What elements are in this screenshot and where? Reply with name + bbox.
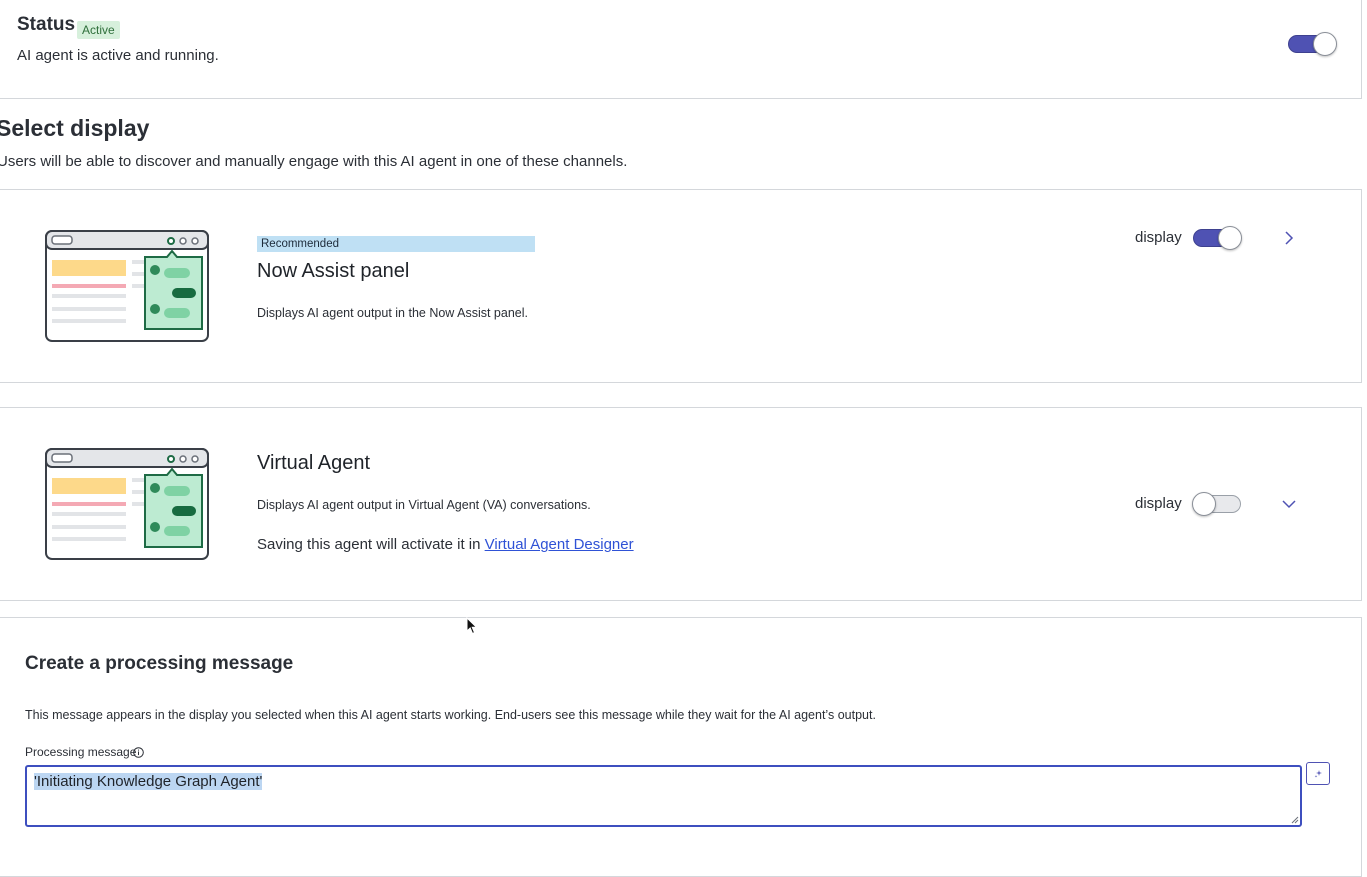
now-assist-description: Displays AI agent output in the Now Assi… [257, 306, 528, 320]
virtual-agent-title: Virtual Agent [257, 452, 371, 474]
info-icon[interactable] [133, 747, 144, 758]
status-description: AI agent is active and running. [17, 47, 219, 64]
status-badge: Active [77, 21, 120, 39]
resize-grip-icon[interactable] [1291, 816, 1299, 824]
virtual-agent-description: Displays AI agent output in Virtual Agen… [257, 498, 591, 512]
processing-message-input[interactable]: 'Initiating Knowledge Graph Agent' [25, 765, 1302, 827]
status-toggle[interactable] [1288, 32, 1337, 56]
chevron-right-icon[interactable] [1281, 230, 1297, 246]
processing-message-description: This message appears in the display you … [25, 708, 876, 722]
status-title: Status [17, 14, 76, 35]
select-display-subtitle: Users will be able to discover and manua… [0, 153, 628, 170]
now-assist-illustration-icon [45, 230, 209, 342]
toggle-knob [1313, 32, 1337, 56]
virtual-agent-display-label: display [1135, 495, 1182, 512]
toggle-knob [1218, 226, 1242, 250]
select-display-title: Select display [0, 115, 150, 141]
virtual-agent-save-note: Saving this agent will activate it in Vi… [257, 536, 634, 553]
now-assist-title: Now Assist panel [257, 260, 410, 282]
toggle-knob [1192, 492, 1216, 516]
ai-generate-button[interactable] [1306, 762, 1330, 785]
now-assist-display-toggle[interactable] [1193, 226, 1242, 250]
save-note-text: Saving this agent will activate it in [257, 536, 485, 553]
virtual-agent-display-toggle[interactable] [1192, 492, 1241, 516]
sparkle-icon [1314, 770, 1322, 778]
processing-message-value: 'Initiating Knowledge Graph Agent' [34, 773, 263, 790]
processing-message-label: Processing message [25, 745, 137, 759]
virtual-agent-designer-link[interactable]: Virtual Agent Designer [485, 536, 634, 553]
processing-message-title: Create a processing message [25, 653, 294, 674]
mouse-cursor-icon [466, 617, 478, 635]
now-assist-display-label: display [1135, 229, 1182, 246]
chevron-down-icon[interactable] [1281, 496, 1297, 512]
virtual-agent-illustration-icon [45, 448, 209, 560]
recommended-badge: Recommended [257, 236, 535, 252]
